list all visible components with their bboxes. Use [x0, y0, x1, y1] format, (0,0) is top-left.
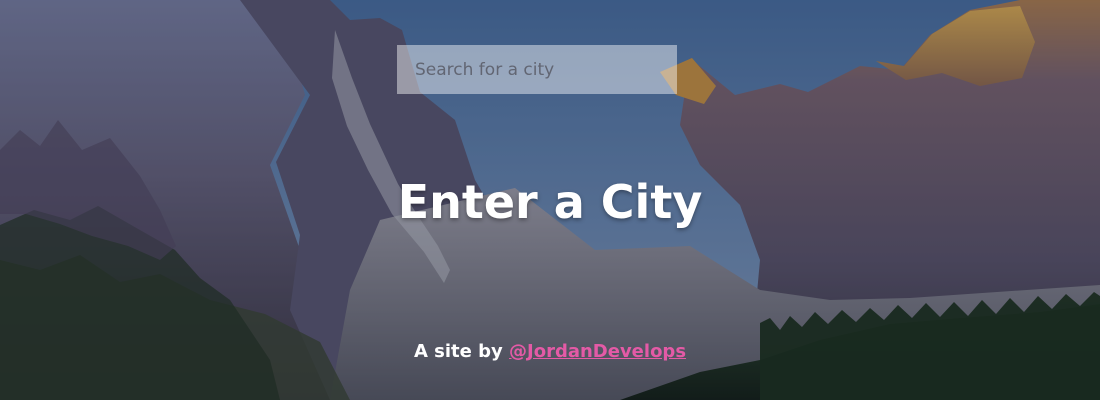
credit-prefix: A site by: [413, 341, 503, 362]
hero-background: Enter a City A site by @JordanDevelops: [0, 0, 1100, 400]
site-credit: A site by @JordanDevelops: [0, 340, 1100, 364]
author-link[interactable]: @JordanDevelops: [509, 341, 686, 362]
page-title: Enter a City: [397, 174, 703, 229]
city-search-input[interactable]: [397, 45, 677, 94]
